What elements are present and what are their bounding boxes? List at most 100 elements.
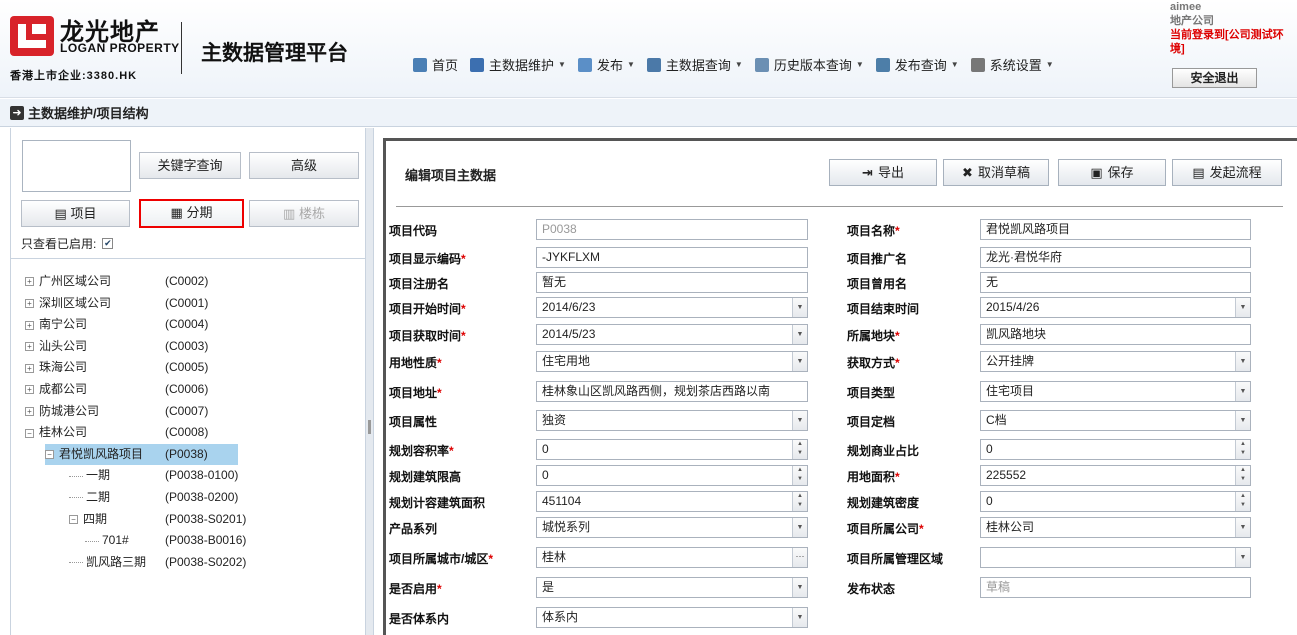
toolbar-button-3[interactable]: ▤ 发起流程 <box>1172 159 1282 186</box>
chevron-down-icon[interactable]: ▼ <box>1235 548 1250 567</box>
chevron-down-icon[interactable]: ▼ <box>792 325 807 344</box>
chevron-down-icon[interactable]: ▼ <box>1235 411 1250 430</box>
tree-node[interactable]: + 广州区域公司 (C0002) <box>25 271 351 292</box>
field-input[interactable]: 城悦系列 ▼ <box>536 517 808 538</box>
field-input[interactable]: 住宅项目 ▼ <box>980 381 1251 402</box>
chevron-down-icon[interactable]: ▼ <box>1235 298 1250 317</box>
field-input[interactable]: 草稿 <box>980 577 1251 598</box>
tree-node[interactable]: + 南宁公司 (C0004) <box>25 314 351 335</box>
expand-icon[interactable]: + <box>25 406 34 416</box>
expand-icon[interactable]: + <box>25 320 34 330</box>
nav-item-0[interactable]: 首页 <box>413 55 458 74</box>
chevron-down-icon[interactable]: ▼ <box>792 518 807 537</box>
project-icon: ▤ <box>54 206 71 221</box>
tree-node-code: (P0038-0100) <box>165 468 239 483</box>
tree-node[interactable]: − 桂林公司 (C0008) <box>25 422 351 443</box>
nav-item-3[interactable]: 主数据查询 ▼ <box>646 55 743 74</box>
enabled-checkbox[interactable]: ✔ <box>102 238 114 249</box>
ellipsis-icon[interactable]: ··· <box>792 548 807 567</box>
tab-phase[interactable]: ▦ 分期 <box>139 199 244 228</box>
tree-node[interactable]: + 深圳区域公司 (C0001) <box>25 293 351 314</box>
expand-icon[interactable]: + <box>25 342 34 352</box>
tree-node[interactable]: 二期 (P0038-0200) <box>69 487 351 508</box>
field-input[interactable]: 暂无 <box>536 272 808 293</box>
nav-item-6[interactable]: 系统设置 ▼ <box>970 55 1054 74</box>
spinner-icon[interactable]: ▲ ▼ <box>1235 440 1250 459</box>
chevron-down-icon[interactable]: ▼ <box>1235 382 1250 401</box>
chevron-down-icon[interactable]: ▼ <box>792 352 807 371</box>
nav-item-5[interactable]: 发布查询 ▼ <box>875 55 959 74</box>
tab-project[interactable]: ▤ 项目 <box>21 200 130 227</box>
field-input[interactable]: 0 ▲ ▼ <box>980 491 1251 512</box>
tree-node[interactable]: 一期 (P0038-0100) <box>69 465 351 486</box>
nav-item-4[interactable]: 历史版本查询 ▼ <box>754 55 864 74</box>
field-input[interactable]: 独资 ▼ <box>536 410 808 431</box>
toolbar-button-1[interactable]: ✖ 取消草稿 <box>943 159 1049 186</box>
toolbar-button-0[interactable]: ⇥ 导出 <box>829 159 937 186</box>
nav-item-1[interactable]: 主数据维护 ▼ <box>470 55 566 74</box>
field-value: 2015/4/26 <box>986 300 1040 314</box>
chevron-down-icon[interactable]: ▼ <box>792 608 807 627</box>
chevron-down-icon[interactable]: ▼ <box>792 578 807 597</box>
field-input[interactable]: 是 ▼ <box>536 577 808 598</box>
field-input[interactable]: 0 ▲ ▼ <box>536 465 808 486</box>
spinner-icon[interactable]: ▲ ▼ <box>792 492 807 511</box>
chevron-down-icon[interactable]: ▼ <box>792 411 807 430</box>
field-input[interactable]: 公开挂牌 ▼ <box>980 351 1251 372</box>
field-input[interactable]: 无 <box>980 272 1251 293</box>
field-value: 君悦凯风路项目 <box>986 222 1071 236</box>
field-input[interactable]: C档 ▼ <box>980 410 1251 431</box>
expand-icon[interactable]: + <box>25 298 34 308</box>
tree-node[interactable]: + 珠海公司 (C0005) <box>25 357 351 378</box>
field-input[interactable]: 凯风路地块 <box>980 324 1251 345</box>
field-input[interactable]: 0 ▲ ▼ <box>980 439 1251 460</box>
expand-icon[interactable]: + <box>25 385 34 395</box>
field-input[interactable]: 龙光·君悦华府 <box>980 247 1251 268</box>
spinner-icon[interactable]: ▲ ▼ <box>1235 492 1250 511</box>
spinner-icon[interactable]: ▲ ▼ <box>792 466 807 485</box>
splitter-grip-icon[interactable] <box>368 420 371 434</box>
field-input[interactable]: 桂林象山区凯风路西侧，规划茶店西路以南 <box>536 381 808 402</box>
search-input[interactable] <box>22 140 131 192</box>
tree-node[interactable]: 701# (P0038-B0016) <box>85 530 351 551</box>
panel-splitter[interactable] <box>366 128 374 635</box>
logout-button[interactable]: 安全退出 <box>1172 68 1257 88</box>
collapse-icon[interactable]: − <box>45 450 54 460</box>
field-input[interactable]: 0 ▲ ▼ <box>536 439 808 460</box>
tree-node[interactable]: − 君悦凯风路项目 (P0038) <box>45 443 238 465</box>
collapse-icon[interactable]: − <box>69 514 78 524</box>
spinner-icon[interactable]: ▲ ▼ <box>792 440 807 459</box>
field-input[interactable]: 君悦凯风路项目 <box>980 219 1251 240</box>
expand-icon[interactable]: + <box>25 277 34 287</box>
field-input[interactable]: 住宅用地 ▼ <box>536 351 808 372</box>
chevron-down-icon[interactable]: ▼ <box>1235 518 1250 537</box>
field-input[interactable]: 体系内 ▼ <box>536 607 808 628</box>
chevron-down-icon[interactable]: ▼ <box>792 298 807 317</box>
tab-building[interactable]: ▥ 楼栋 <box>249 200 359 227</box>
tree-node[interactable]: + 防城港公司 (C0007) <box>25 401 351 422</box>
field-input[interactable]: ▼ <box>980 547 1251 568</box>
tree-node-code: (C0003) <box>165 338 209 353</box>
nav-item-2[interactable]: 发布 ▼ <box>577 55 635 74</box>
tree-node[interactable]: + 汕头公司 (C0003) <box>25 336 351 357</box>
field-input[interactable]: 2014/6/23 ▼ <box>536 297 808 318</box>
field-input[interactable]: 桂林 ··· <box>536 547 808 568</box>
field-input[interactable]: P0038 <box>536 219 808 240</box>
field-input[interactable]: 2015/4/26 ▼ <box>980 297 1251 318</box>
spinner-icon[interactable]: ▲ ▼ <box>1235 466 1250 485</box>
field-input[interactable]: 2014/5/23 ▼ <box>536 324 808 345</box>
advanced-search-button[interactable]: 高级 <box>249 152 359 179</box>
field-input[interactable]: 451104 ▲ ▼ <box>536 491 808 512</box>
field-input[interactable]: 225552 ▲ ▼ <box>980 465 1251 486</box>
toolbar-button-2[interactable]: ▣ 保存 <box>1058 159 1166 186</box>
tree-node[interactable]: − 四期 (P0038-S0201) <box>69 509 351 530</box>
field-label-text: 发布状态 <box>847 582 896 596</box>
field-input[interactable]: -JYKFLXM <box>536 247 808 268</box>
expand-icon[interactable]: + <box>25 363 34 373</box>
collapse-icon[interactable]: − <box>25 428 34 438</box>
field-input[interactable]: 桂林公司 ▼ <box>980 517 1251 538</box>
chevron-down-icon[interactable]: ▼ <box>1235 352 1250 371</box>
tree-node[interactable]: 凯风路三期 (P0038-S0202) <box>69 552 351 573</box>
keyword-search-button[interactable]: 关键字查询 <box>139 152 241 179</box>
tree-node[interactable]: + 成都公司 (C0006) <box>25 379 351 400</box>
